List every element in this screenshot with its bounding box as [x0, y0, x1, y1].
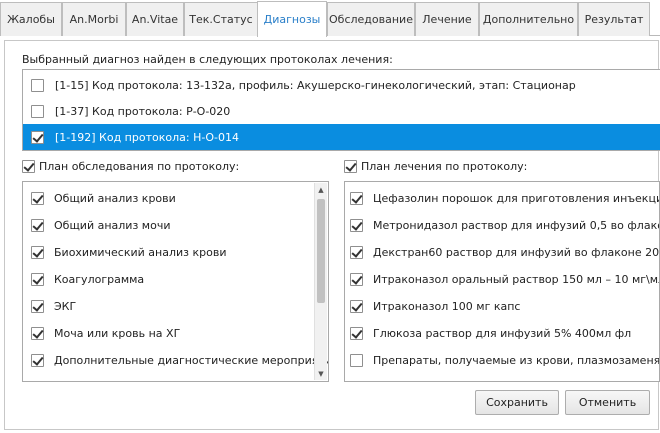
tab-result[interactable]: Результат [578, 2, 650, 36]
item-checkbox[interactable] [350, 192, 363, 205]
item-checkbox[interactable] [350, 273, 363, 286]
list-item[interactable]: Коагулограмма [23, 266, 144, 293]
tab-label: An.Vitae [131, 13, 179, 26]
tab-label: Дополнительно [482, 13, 575, 26]
item-label: Общий анализ мочи [54, 219, 171, 232]
tab-complaints[interactable]: Жалобы [0, 2, 62, 36]
exam-plan-toggle[interactable]: План обследования по протоколу: [22, 160, 239, 173]
item-label: Декстран60 раствор для инфузий во флакон… [373, 246, 660, 259]
protocol-label: [1-192] Код протокола: Н-О-014 [55, 130, 239, 144]
list-item[interactable]: Декстран60 раствор для инфузий во флакон… [345, 239, 660, 266]
exam-plan-scrollbar[interactable]: ▲ ▼ [314, 183, 327, 380]
exam-plan-heading: План обследования по протоколу: [39, 160, 240, 173]
list-item[interactable]: Глюкоза раствор для инфузий 5% 400мл фл [345, 320, 631, 347]
item-label: Дополнительные диагностические мероприят… [54, 354, 329, 367]
treatment-plan-heading: План лечения по протоколу: [361, 160, 528, 173]
protocol-checkbox[interactable] [31, 130, 44, 144]
scrollbar-thumb[interactable] [317, 199, 325, 303]
scroll-down-icon[interactable]: ▼ [315, 367, 327, 380]
tab-label: Обследование [329, 13, 413, 26]
list-item[interactable]: ЭКГ [23, 293, 76, 320]
tab-label: Тек.Статус [189, 13, 253, 26]
tab-label: An.Morbi [69, 13, 119, 26]
list-item[interactable]: Препараты, получаемые из крови, плазмоза… [345, 347, 660, 374]
cancel-button[interactable]: Отменить [565, 390, 650, 415]
item-checkbox[interactable] [31, 300, 44, 313]
item-label: Итраконазол 100 мг капс [373, 300, 521, 313]
tab-an-morbi[interactable]: An.Morbi [62, 2, 126, 36]
tab-label: Лечение [422, 13, 472, 26]
item-checkbox[interactable] [31, 327, 44, 340]
protocol-item[interactable]: [1-15] Код протокола: 13-132а, профиль: … [23, 72, 660, 98]
exam-plan-checkbox[interactable] [22, 160, 35, 173]
tab-current-status[interactable]: Тек.Статус [184, 2, 258, 36]
tab-examination[interactable]: Обследование [327, 2, 415, 36]
list-item-partial [23, 374, 44, 382]
list-item[interactable]: Итраконазол 100 мг капс [345, 293, 520, 320]
item-label: Метронидазол раствор для инфузий 0,5 во … [373, 219, 659, 232]
treatment-plan-checkbox[interactable] [344, 160, 357, 173]
list-item[interactable]: Итраконазол оральный раствор 150 мл – 10… [345, 266, 660, 293]
item-label: Биохимический анализ крови [54, 246, 227, 259]
tab-bar: Жалобы An.Morbi An.Vitae Тек.Статус Диаг… [0, 0, 660, 37]
item-checkbox[interactable] [31, 354, 44, 367]
tab-diagnoses[interactable]: Диагнозы [257, 1, 327, 37]
protocol-label: [1-37] Код протокола: Р-О-020 [55, 104, 231, 118]
tab-label: Жалобы [7, 13, 55, 26]
list-item[interactable]: Дополнительные диагностические мероприят… [23, 347, 329, 374]
tab-treatment[interactable]: Лечение [415, 2, 479, 36]
item-label: Общий анализ крови [54, 192, 176, 205]
exam-plan-list: Общий анализ крови Общий анализ мочи Био… [22, 181, 329, 382]
list-item[interactable]: Метронидазол раствор для инфузий 0,5 во … [345, 212, 659, 239]
item-checkbox[interactable] [31, 219, 44, 232]
tab-label: Диагнозы [263, 13, 321, 26]
treatment-plan-list: Цефазолин порошок для приготовления инъе… [344, 181, 660, 382]
item-checkbox[interactable] [31, 273, 44, 286]
tab-an-vitae[interactable]: An.Vitae [126, 2, 184, 36]
item-checkbox[interactable] [31, 192, 44, 205]
protocol-item[interactable]: [1-37] Код протокола: Р-О-020 [23, 98, 660, 124]
list-item[interactable]: Общий анализ крови [23, 185, 176, 212]
list-item[interactable]: Биохимический анализ крови [23, 239, 226, 266]
item-label: Коагулограмма [54, 273, 145, 286]
item-checkbox[interactable] [350, 354, 363, 367]
item-label: Глюкоза раствор для инфузий 5% 400мл фл [373, 327, 632, 340]
protocol-checkbox[interactable] [31, 78, 44, 92]
item-checkbox[interactable] [31, 381, 44, 382]
item-checkbox[interactable] [350, 327, 363, 340]
protocol-item-selected[interactable]: [1-192] Код протокола: Н-О-014 [23, 124, 660, 150]
tab-additional[interactable]: Дополнительно [479, 2, 578, 36]
item-checkbox[interactable] [350, 219, 363, 232]
item-checkbox[interactable] [350, 246, 363, 259]
item-checkbox[interactable] [31, 246, 44, 259]
protocol-checkbox[interactable] [31, 104, 44, 118]
item-label: Препараты, получаемые из крови, плазмоза… [373, 354, 660, 367]
scroll-up-icon[interactable]: ▲ [315, 183, 327, 196]
item-label: Цефазолин порошок для приготовления инъе… [373, 192, 659, 205]
item-label: Моча или кровь на ХГ [54, 327, 181, 340]
protocols-heading: Выбранный диагноз найден в следующих про… [22, 53, 393, 66]
list-item[interactable]: Моча или кровь на ХГ [23, 320, 180, 347]
list-item[interactable]: Цефазолин порошок для приготовления инъе… [345, 185, 659, 212]
save-button[interactable]: Сохранить [475, 390, 559, 415]
item-label: Итраконазол оральный раствор 150 мл – 10… [373, 273, 660, 286]
treatment-plan-toggle[interactable]: План лечения по протоколу: [344, 160, 527, 173]
item-checkbox[interactable] [350, 300, 363, 313]
tab-label: Результат [584, 13, 644, 26]
item-label: ЭКГ [54, 300, 77, 313]
protocols-list: [1-15] Код протокола: 13-132а, профиль: … [22, 69, 660, 151]
protocol-label: [1-15] Код протокола: 13-132а, профиль: … [55, 78, 576, 92]
list-item[interactable]: Общий анализ мочи [23, 212, 170, 239]
